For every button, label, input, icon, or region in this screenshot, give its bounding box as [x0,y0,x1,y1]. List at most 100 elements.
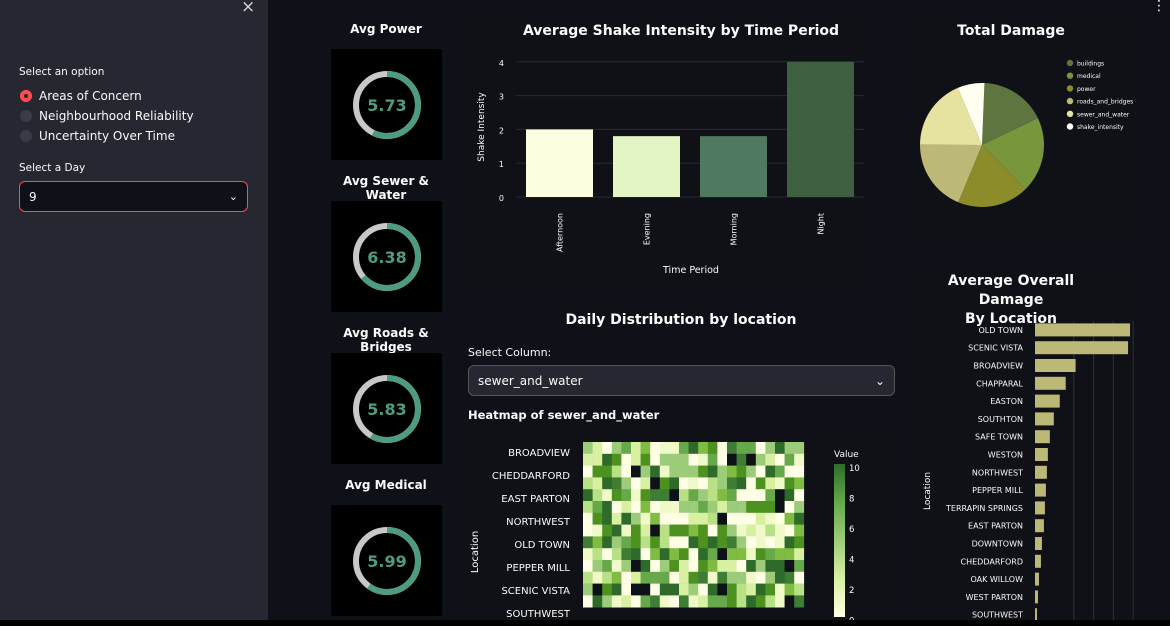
colorbar-tick: 10 [849,464,860,474]
heatmap-cell [755,595,766,608]
heatmap-cell [669,560,680,573]
heatmap-cell [669,501,680,514]
heatmap-cell [640,465,651,478]
heatmap-cell [698,477,709,490]
heatmap-cell [707,501,718,514]
heatmap-cell [717,465,728,478]
heatmap-cell [611,465,622,478]
location-bar [1035,359,1076,372]
heatmap-cell [707,524,718,537]
heatmap-cell [679,536,689,549]
close-icon[interactable]: × [241,0,255,17]
heatmap-cell [765,548,776,561]
heatmap-cell [698,489,709,502]
heatmap-row-label: SOUTHWEST [506,609,571,620]
menu-icon[interactable]: ⋮ [1152,0,1166,14]
heatmap-cell [669,536,680,549]
heatmap-cell [707,489,718,502]
heatmap-cell [794,583,805,596]
heatmap-cell [736,560,747,573]
heatmap-cell [688,465,699,478]
heatmap-cell [794,453,805,466]
heatmap-cell [679,512,689,525]
heatmap-cell [640,501,651,514]
radio-icon[interactable] [20,110,32,122]
heatmap-cell [698,442,709,455]
location-label: SAFE TOWN [975,433,1023,442]
heatmap-cell [659,501,670,514]
column-select[interactable]: sewer_and_water ⌄ [468,365,895,396]
heatmap-cell [602,560,613,573]
column-select-value: sewer_and_water [478,373,583,388]
heatmap-cell [602,524,613,537]
heatmap-cell [669,583,680,596]
heatmap-cell [583,583,593,596]
x-axis-label: Time Period [662,265,719,276]
heatmap-cell [679,501,689,514]
heatmap-cell [707,512,718,525]
heatmap-row-label: CHEDDARFORD [492,471,570,482]
location-bar [1035,554,1041,568]
heatmap-row-label: SCENIC VISTA [501,586,570,597]
heatmap-cell [688,477,699,490]
heatmap-cell [640,524,651,537]
heatmap-cell [650,477,661,490]
location-bar [1035,537,1042,550]
kpi-value: 5.99 [367,552,406,571]
heatmap-cell [794,595,805,608]
heatmap-cell [755,560,766,573]
radio-areas-of-concern[interactable]: Areas of Concern [20,89,142,103]
radio-label: Neighbourhood Reliability [39,109,194,123]
x-tick-label: Afternoon [556,213,565,252]
day-label: Select a Day [19,162,86,174]
location-label: PEPPER MILL [972,486,1023,495]
heatmap-cell [659,583,670,596]
heatmap-cell [746,489,757,502]
heatmap-cell [698,501,709,514]
heatmap-cell [736,477,747,490]
heatmap-cell [602,453,613,466]
heatmap-cell [602,442,613,455]
heatmap-cell [621,465,632,478]
heatmap-cell [727,524,737,537]
heatmap-cell [727,512,737,525]
heatmap-cell [611,560,622,573]
distribution-title: Daily Distribution by location [565,312,797,328]
kpi-value: 5.73 [367,96,406,115]
radio-icon[interactable] [20,130,32,142]
heatmap-cell [727,501,737,514]
location-label: CHEDDARFORD [961,557,1023,566]
heatmap-cell [679,548,689,561]
legend-label: medical [1077,73,1101,80]
heatmap-cell [659,489,670,502]
heatmap-cell [611,453,622,466]
heatmap-cell [746,595,757,608]
heatmap-cell [669,453,680,466]
heatmap-cell [717,595,728,608]
heatmap-cell [679,442,689,455]
heatmap-cell [640,489,651,502]
heatmap-cell [775,501,785,514]
day-select[interactable]: 9 ⌄ [19,181,248,212]
heatmap-cell [621,512,632,525]
heatmap-cell [631,583,641,596]
heatmap-cell [650,524,661,537]
heatmap-cell [583,536,593,549]
radio-selected-icon[interactable] [20,90,32,102]
radio-label: Areas of Concern [39,89,142,103]
heatmap-cell [698,595,709,608]
heatmap-cell [775,583,785,596]
heatmap-cell [698,571,709,584]
heatmap-title: Heatmap of sewer_and_water [468,408,660,422]
heatmap-cell [611,583,622,596]
heatmap-cell [775,465,785,478]
heatmap-cell [650,595,661,608]
heatmap-cell [755,536,766,549]
heatmap-cell [746,560,757,573]
radio-uncertainty-over-time[interactable]: Uncertainty Over Time [20,129,175,143]
radio-neighbourhood-reliability[interactable]: Neighbourhood Reliability [20,109,194,123]
heatmap-cell [688,489,699,502]
option-label: Select an option [19,66,105,78]
heatmap-cell [583,524,593,537]
heatmap-cell [602,548,613,561]
